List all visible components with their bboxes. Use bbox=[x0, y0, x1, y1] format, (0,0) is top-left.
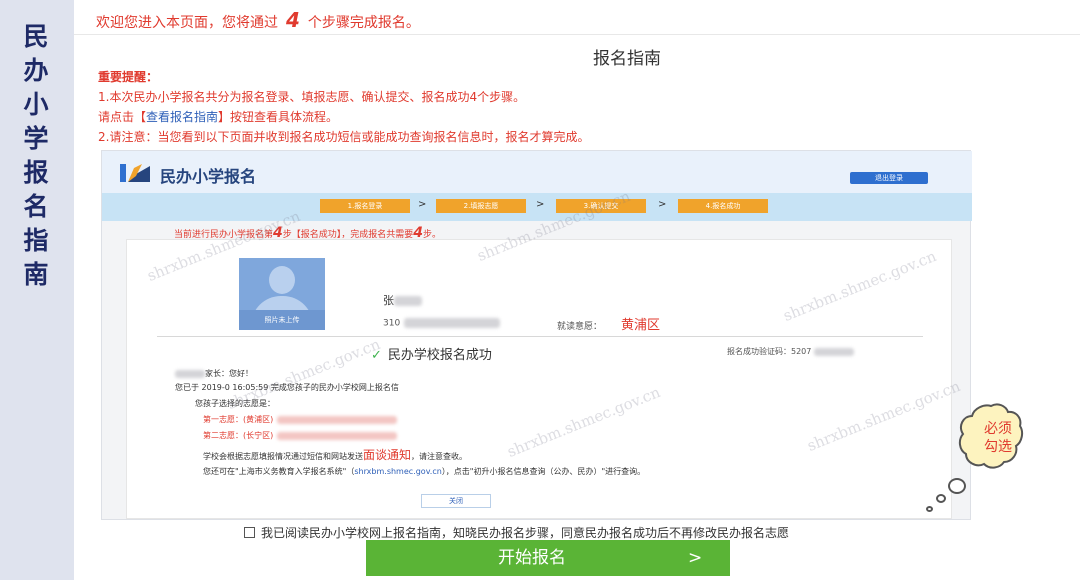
sidebar-title: 民办小学报名指南 bbox=[23, 22, 49, 289]
message-line-4: 您还可在"上海市义务教育入学报名系统"（shrxbm.shmec.gov.cn）… bbox=[203, 466, 645, 477]
district-value: 黄浦区 bbox=[621, 318, 661, 333]
step-arrow-2: > bbox=[536, 199, 545, 210]
screenshot-header: 民办小学报名 退出登录 bbox=[102, 151, 972, 193]
success-text: 民办学校报名成功 bbox=[387, 348, 492, 363]
view-guide-link[interactable]: 查看报名指南 bbox=[146, 110, 218, 124]
notice-line-2-prefix: 请点击【 bbox=[98, 110, 147, 124]
student-id-text: 310 bbox=[383, 318, 401, 329]
choice-2-redaction bbox=[277, 431, 398, 440]
logout-button[interactable]: 退出登录 bbox=[850, 172, 928, 184]
callout-dot-large bbox=[948, 478, 966, 494]
id-redaction bbox=[404, 318, 501, 328]
choice-2-text: 第二志愿：(长宁区) bbox=[203, 431, 274, 440]
welcome-message: 欢迎您进入本页面，您将通过 4 个步骤完成报名。 bbox=[96, 8, 420, 32]
step-4-box: 4.报名成功 bbox=[678, 199, 768, 213]
message-3-prefix: 学校会根据志愿填报情况通过短信和网站发送 bbox=[203, 452, 363, 461]
notice-heading: 重要提醒： bbox=[98, 70, 159, 84]
chevron-right-icon: > bbox=[688, 548, 703, 568]
sidebar: 民办小学报名指南 bbox=[0, 0, 74, 580]
choice-2: 第二志愿：(长宁区) bbox=[203, 430, 398, 441]
welcome-step-count: 4 bbox=[286, 8, 300, 32]
steps-bar: 1.报名登录 > 2.填报志愿 > 3.确认提交 > 4.报名成功 bbox=[102, 193, 972, 221]
welcome-suffix: 个步骤完成报名。 bbox=[307, 15, 420, 31]
agreement-text: 我已阅读民办小学校网上报名指南，知晓民办报名步骤，同意民办报名成功后不再修改民办… bbox=[261, 526, 790, 540]
serial-code: 报名成功验证码：5207 bbox=[727, 346, 855, 357]
avatar-head-shape bbox=[269, 266, 295, 294]
notice-line-1: 1.本次民办小学报名共分为报名登录、填报志愿、确认提交、报名成功4个步骤。 bbox=[98, 90, 526, 104]
callout-text: 必须勾选 bbox=[984, 421, 1012, 455]
agreement[interactable]: 我已阅读民办小学校网上报名指南，知晓民办报名步骤，同意民办报名成功后不再修改民办… bbox=[244, 524, 789, 541]
greeting-redaction bbox=[175, 369, 205, 378]
avatar-caption: 照片未上传 bbox=[239, 310, 325, 330]
page-title: 报名指南 bbox=[593, 49, 661, 69]
greeting-text: 家长：您好！ bbox=[205, 369, 253, 378]
choice-1-redaction bbox=[277, 415, 398, 424]
start-button-label: 开始报名 bbox=[498, 548, 566, 568]
choice-1: 第一志愿：(黄浦区) bbox=[203, 414, 398, 425]
greeting-line: 家长：您好！ bbox=[175, 368, 253, 379]
agreement-checkbox[interactable] bbox=[244, 527, 255, 538]
serial-code-text: 报名成功验证码：5207 bbox=[727, 347, 812, 356]
step-arrow-1: > bbox=[418, 199, 427, 210]
choice-1-text: 第一志愿：(黄浦区) bbox=[203, 415, 274, 424]
success-heading: ✓ 民办学校报名成功 bbox=[371, 344, 492, 363]
screenshot-logo-text: 民办小学报名 bbox=[160, 167, 257, 186]
success-page-screenshot: 民办小学报名 退出登录 1.报名登录 > 2.填报志愿 > 3.确认提交 > 4… bbox=[101, 150, 972, 520]
name-redaction bbox=[394, 296, 422, 306]
notice-line-2-suffix: 】按钮查看具体流程。 bbox=[218, 110, 339, 124]
serial-redaction bbox=[814, 347, 855, 356]
book-logo-icon bbox=[120, 164, 150, 182]
district-label: 就读意愿： bbox=[557, 322, 603, 332]
message-4-prefix: 您还可在"上海市义务教育入学报名系统"（ bbox=[203, 467, 355, 476]
interview-notice-highlight: 面谈通知 bbox=[363, 448, 412, 462]
close-button[interactable]: 关闭 bbox=[421, 494, 491, 508]
message-line-3: 学校会根据志愿填报情况通过短信和网站发送面谈通知，请注意查收。 bbox=[203, 446, 467, 463]
student-name-text: 张 bbox=[383, 294, 394, 307]
success-card: 照片未上传 张 310 就读意愿： 黄浦区 ✓ 民办学校报名成功 报名成功验证码：… bbox=[126, 239, 952, 519]
system-link[interactable]: shrxbm.shmec.gov.cn bbox=[354, 467, 441, 476]
welcome-prefix: 欢迎您进入本页面，您将通过 bbox=[96, 15, 278, 31]
notice-line-3: 2.请注意：当您看到以下页面并收到报名成功短信或能成功查询报名信息时，报名才算完… bbox=[98, 130, 590, 144]
welcome-divider bbox=[74, 34, 1080, 35]
message-4-suffix: ），点击"初升小报名信息查询（公办、民办）"进行查询。 bbox=[441, 467, 646, 476]
step-1-box: 1.报名登录 bbox=[320, 199, 410, 213]
notice-line-2: 请点击【查看报名指南】按钮查看具体流程。 bbox=[98, 108, 338, 125]
message-3-suffix: ，请注意查收。 bbox=[411, 452, 468, 461]
step-2-box: 2.填报志愿 bbox=[436, 199, 526, 213]
start-registration-button[interactable]: 开始报名 > bbox=[366, 540, 730, 576]
student-name: 张 bbox=[383, 292, 422, 308]
callout-dot-medium bbox=[936, 494, 946, 503]
callout-dot-small bbox=[926, 506, 933, 512]
step-arrow-3: > bbox=[658, 199, 667, 210]
student-id: 310 bbox=[383, 318, 501, 329]
card-divider bbox=[157, 336, 923, 337]
